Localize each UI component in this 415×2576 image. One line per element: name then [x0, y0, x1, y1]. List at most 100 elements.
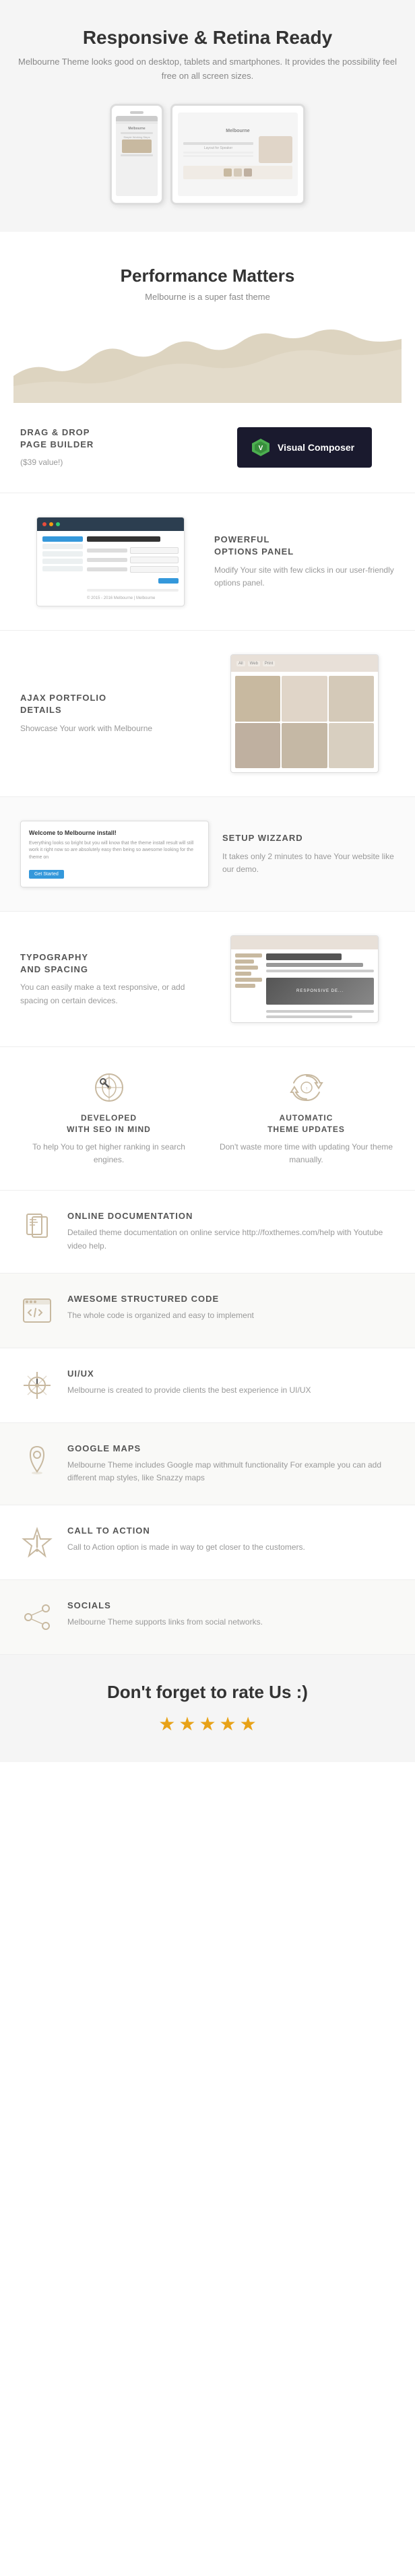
device-tablet: Melbourne Layout for Speaker [170, 104, 305, 205]
vc-icon: V [251, 437, 271, 458]
section-code: AWESOME STRUCTURED CODE The whole code i… [0, 1274, 415, 1348]
uiux-svg-icon [20, 1369, 54, 1402]
setup-text: SETUP WIZZARD It takes only 2 minutes to… [222, 832, 395, 876]
drag-drop-sublabel: ($39 value!) [20, 456, 201, 469]
star-2: ★ [179, 1713, 195, 1735]
setup-mockup: Welcome to Melbourne install! Everything… [20, 821, 209, 888]
code-text: AWESOME STRUCTURED CODE The whole code i… [67, 1294, 254, 1322]
typography-text: TYPOGRAPHY AND SPACING You can easily ma… [20, 951, 201, 1007]
device-phone: Melbourne Simple Working Steps [110, 104, 164, 205]
maps-svg-icon [20, 1443, 54, 1477]
section-performance: Performance Matters Melbourne is a super… [0, 232, 415, 403]
typography-title: TYPOGRAPHY AND SPACING [20, 951, 201, 976]
star-4: ★ [220, 1713, 236, 1735]
uiux-icon [20, 1369, 54, 1402]
cta-icon [20, 1526, 54, 1559]
star-1: ★ [158, 1713, 175, 1735]
cta-text: CALL TO ACTION Call to Action option is … [67, 1526, 305, 1554]
setup-image: Welcome to Melbourne install! Everything… [20, 821, 209, 888]
svg-text:V: V [259, 445, 263, 452]
docs-svg-icon [20, 1211, 54, 1245]
section-docs: ONLINE DOCUMENTATION Detailed theme docu… [0, 1191, 415, 1273]
socials-svg-icon [20, 1600, 54, 1634]
maps-title: GOOGLE MAPS [67, 1443, 395, 1453]
cta-title: CALL TO ACTION [67, 1526, 305, 1536]
typography-mockup: RESPONSIVE DE... [230, 935, 379, 1023]
ajax-image: All Web Print [214, 654, 395, 773]
uiux-title: UI/UX [67, 1369, 311, 1379]
seo-title: DEVELOPED WITH SEO IN MIND [20, 1112, 197, 1135]
socials-description: Melbourne Theme supports links from soci… [67, 1616, 263, 1629]
options-image: © 2015 - 2016 Melbourne | Melbourne [20, 517, 201, 606]
section-cta: CALL TO ACTION Call to Action option is … [0, 1505, 415, 1580]
maps-description: Melbourne Theme includes Google map with… [67, 1459, 395, 1484]
section-typography: TYPOGRAPHY AND SPACING You can easily ma… [0, 912, 415, 1047]
devices-container: Melbourne Simple Working Steps Melbourne [13, 97, 402, 212]
updates-title: AUTOMATIC THEME UPDATES [218, 1112, 395, 1135]
responsive-title: Responsive & Retina Ready [13, 27, 402, 49]
ajax-text: AJAX PORTFOLIO DETAILS Showcase Your wor… [20, 692, 201, 735]
ajax-description: Showcase Your work with Melbourne [20, 722, 201, 735]
section-uiux: UI/UX Melbourne is created to provide cl… [0, 1348, 415, 1423]
section-socials: SOCIALS Melbourne Theme supports links f… [0, 1580, 415, 1655]
code-icon [20, 1294, 54, 1327]
code-description: The whole code is organized and easy to … [67, 1309, 254, 1322]
options-panel-mockup: © 2015 - 2016 Melbourne | Melbourne [36, 517, 185, 606]
options-description: Modify Your site with few clicks in our … [214, 564, 395, 590]
docs-title: ONLINE DOCUMENTATION [67, 1211, 395, 1221]
uiux-text: UI/UX Melbourne is created to provide cl… [67, 1369, 311, 1397]
typography-description: You can easily make a text responsive, o… [20, 981, 201, 1007]
typography-image: RESPONSIVE DE... [214, 935, 395, 1023]
docs-icon [20, 1211, 54, 1245]
vc-label: Visual Composer [278, 442, 354, 453]
section-maps: GOOGLE MAPS Melbourne Theme includes Goo… [0, 1423, 415, 1505]
performance-chart [13, 322, 402, 403]
seo-icon [92, 1071, 126, 1104]
performance-title: Performance Matters [13, 265, 402, 286]
socials-title: SOCIALS [67, 1600, 263, 1610]
seo-description: To help You to get higher ranking in sea… [20, 1141, 197, 1166]
typo-image-text: RESPONSIVE DE... [296, 989, 344, 993]
visual-composer-box: V Visual Composer [237, 427, 372, 468]
uiux-description: Melbourne is created to provide clients … [67, 1384, 311, 1397]
drag-drop-image: V Visual Composer [214, 427, 395, 468]
setup-title: SETUP WIZZARD [222, 832, 395, 844]
svg-text:↑: ↑ [305, 1086, 308, 1092]
section-responsive: Responsive & Retina Ready Melbourne Them… [0, 0, 415, 232]
rate-title: Don't forget to rate Us :) [13, 1682, 402, 1703]
socials-text: SOCIALS Melbourne Theme supports links f… [67, 1600, 263, 1629]
maps-icon [20, 1443, 54, 1477]
code-svg-icon [20, 1294, 54, 1327]
updates-item: ↑ AUTOMATIC THEME UPDATES Don't waste mo… [218, 1071, 395, 1166]
seo-item: DEVELOPED WITH SEO IN MIND To help You t… [20, 1071, 197, 1166]
docs-text: ONLINE DOCUMENTATION Detailed theme docu… [67, 1211, 395, 1252]
setup-description: It takes only 2 minutes to have Your web… [222, 850, 395, 876]
drag-drop-title: DRAG & DROP PAGE BUILDER [20, 427, 201, 451]
performance-description: Melbourne is a super fast theme [13, 292, 402, 302]
updates-svg-icon: ↑ [290, 1071, 323, 1104]
responsive-description: Melbourne Theme looks good on desktop, t… [13, 55, 402, 84]
seo-svg-icon [92, 1071, 126, 1104]
cta-description: Call to Action option is made in way to … [67, 1541, 305, 1554]
socials-icon [20, 1600, 54, 1634]
maps-text: GOOGLE MAPS Melbourne Theme includes Goo… [67, 1443, 395, 1484]
docs-description: Detailed theme documentation on online s… [67, 1226, 395, 1252]
cta-svg-icon [20, 1526, 54, 1559]
updates-icon: ↑ [290, 1071, 323, 1104]
portfolio-mockup: All Web Print [230, 654, 379, 773]
code-title: AWESOME STRUCTURED CODE [67, 1294, 254, 1304]
section-rate: Don't forget to rate Us :) ★ ★ ★ ★ ★ [0, 1655, 415, 1762]
star-3: ★ [199, 1713, 216, 1735]
section-setup-wizard: SETUP WIZZARD It takes only 2 minutes to… [0, 797, 415, 912]
drag-drop-text: DRAG & DROP PAGE BUILDER ($39 value!) [20, 427, 201, 470]
updates-description: Don't waste more time with updating Your… [218, 1141, 395, 1166]
star-5: ★ [240, 1713, 257, 1735]
section-drag-drop: DRAG & DROP PAGE BUILDER ($39 value!) V … [0, 403, 415, 494]
options-text: POWERFUL OPTIONS PANEL Modify Your site … [214, 534, 395, 590]
stars-container: ★ ★ ★ ★ ★ [13, 1713, 402, 1735]
section-options-panel: POWERFUL OPTIONS PANEL Modify Your site … [0, 493, 415, 631]
section-two-col: DEVELOPED WITH SEO IN MIND To help You t… [0, 1047, 415, 1191]
options-title: POWERFUL OPTIONS PANEL [214, 534, 395, 558]
ajax-title: AJAX PORTFOLIO DETAILS [20, 692, 201, 716]
section-ajax-portfolio: AJAX PORTFOLIO DETAILS Showcase Your wor… [0, 631, 415, 797]
